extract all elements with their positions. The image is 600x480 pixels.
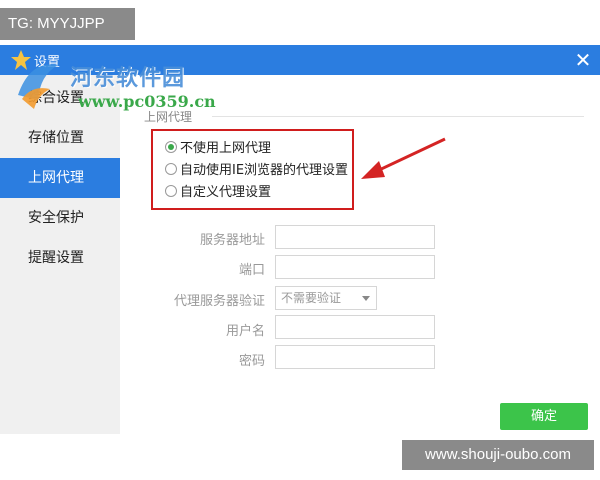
server-address-label: 服务器地址 [199, 233, 265, 248]
port-input[interactable] [275, 255, 435, 279]
radio-label: 自动使用IE浏览器的代理设置 [180, 163, 349, 178]
proxy-auth-select[interactable]: 不需要验证 [275, 286, 377, 310]
username-label: 用户名 [225, 324, 265, 339]
radio-unchecked-icon[interactable] [165, 184, 177, 197]
sidebar-item-reminder[interactable]: 提醒设置 [0, 238, 120, 278]
radio-no-proxy[interactable]: 不使用上网代理 [165, 137, 271, 156]
proxy-auth-selected: 不需要验证 [281, 291, 342, 305]
watermark-logo-icon [18, 64, 58, 109]
watermark-site-url: www.pc0359.cn [78, 92, 216, 111]
sidebar-item-security[interactable]: 安全保护 [0, 198, 120, 238]
site-watermark: www.shouji-oubo.com [402, 440, 594, 470]
radio-checked-icon[interactable] [165, 140, 177, 153]
username-input[interactable] [275, 315, 435, 339]
red-arrow-icon [361, 137, 446, 179]
ok-button[interactable]: 确定 [500, 403, 588, 430]
sidebar-item-proxy[interactable]: 上网代理 [0, 158, 120, 198]
close-icon[interactable]: ✕ [572, 49, 594, 71]
watermark-site-title: 河东软件园 [70, 65, 186, 91]
server-address-input[interactable] [275, 225, 435, 249]
tg-watermark-badge: TG: MYYJJPP [0, 8, 135, 40]
proxy-auth-label: 代理服务器验证 [173, 294, 265, 309]
section-divider [212, 116, 584, 117]
password-input[interactable] [275, 345, 435, 369]
password-label: 密码 [238, 354, 265, 369]
radio-label: 自定义代理设置 [180, 185, 272, 200]
radio-unchecked-icon[interactable] [165, 162, 177, 175]
chevron-down-icon [362, 296, 370, 301]
sidebar-item-storage[interactable]: 存储位置 [0, 118, 120, 158]
settings-sidebar: 综合设置 存储位置 上网代理 安全保护 提醒设置 [0, 75, 120, 434]
port-label: 端口 [238, 263, 265, 278]
radio-custom-proxy[interactable]: 自定义代理设置 [165, 181, 271, 200]
radio-label: 不使用上网代理 [180, 141, 272, 156]
radio-ie-proxy[interactable]: 自动使用IE浏览器的代理设置 [165, 159, 348, 178]
